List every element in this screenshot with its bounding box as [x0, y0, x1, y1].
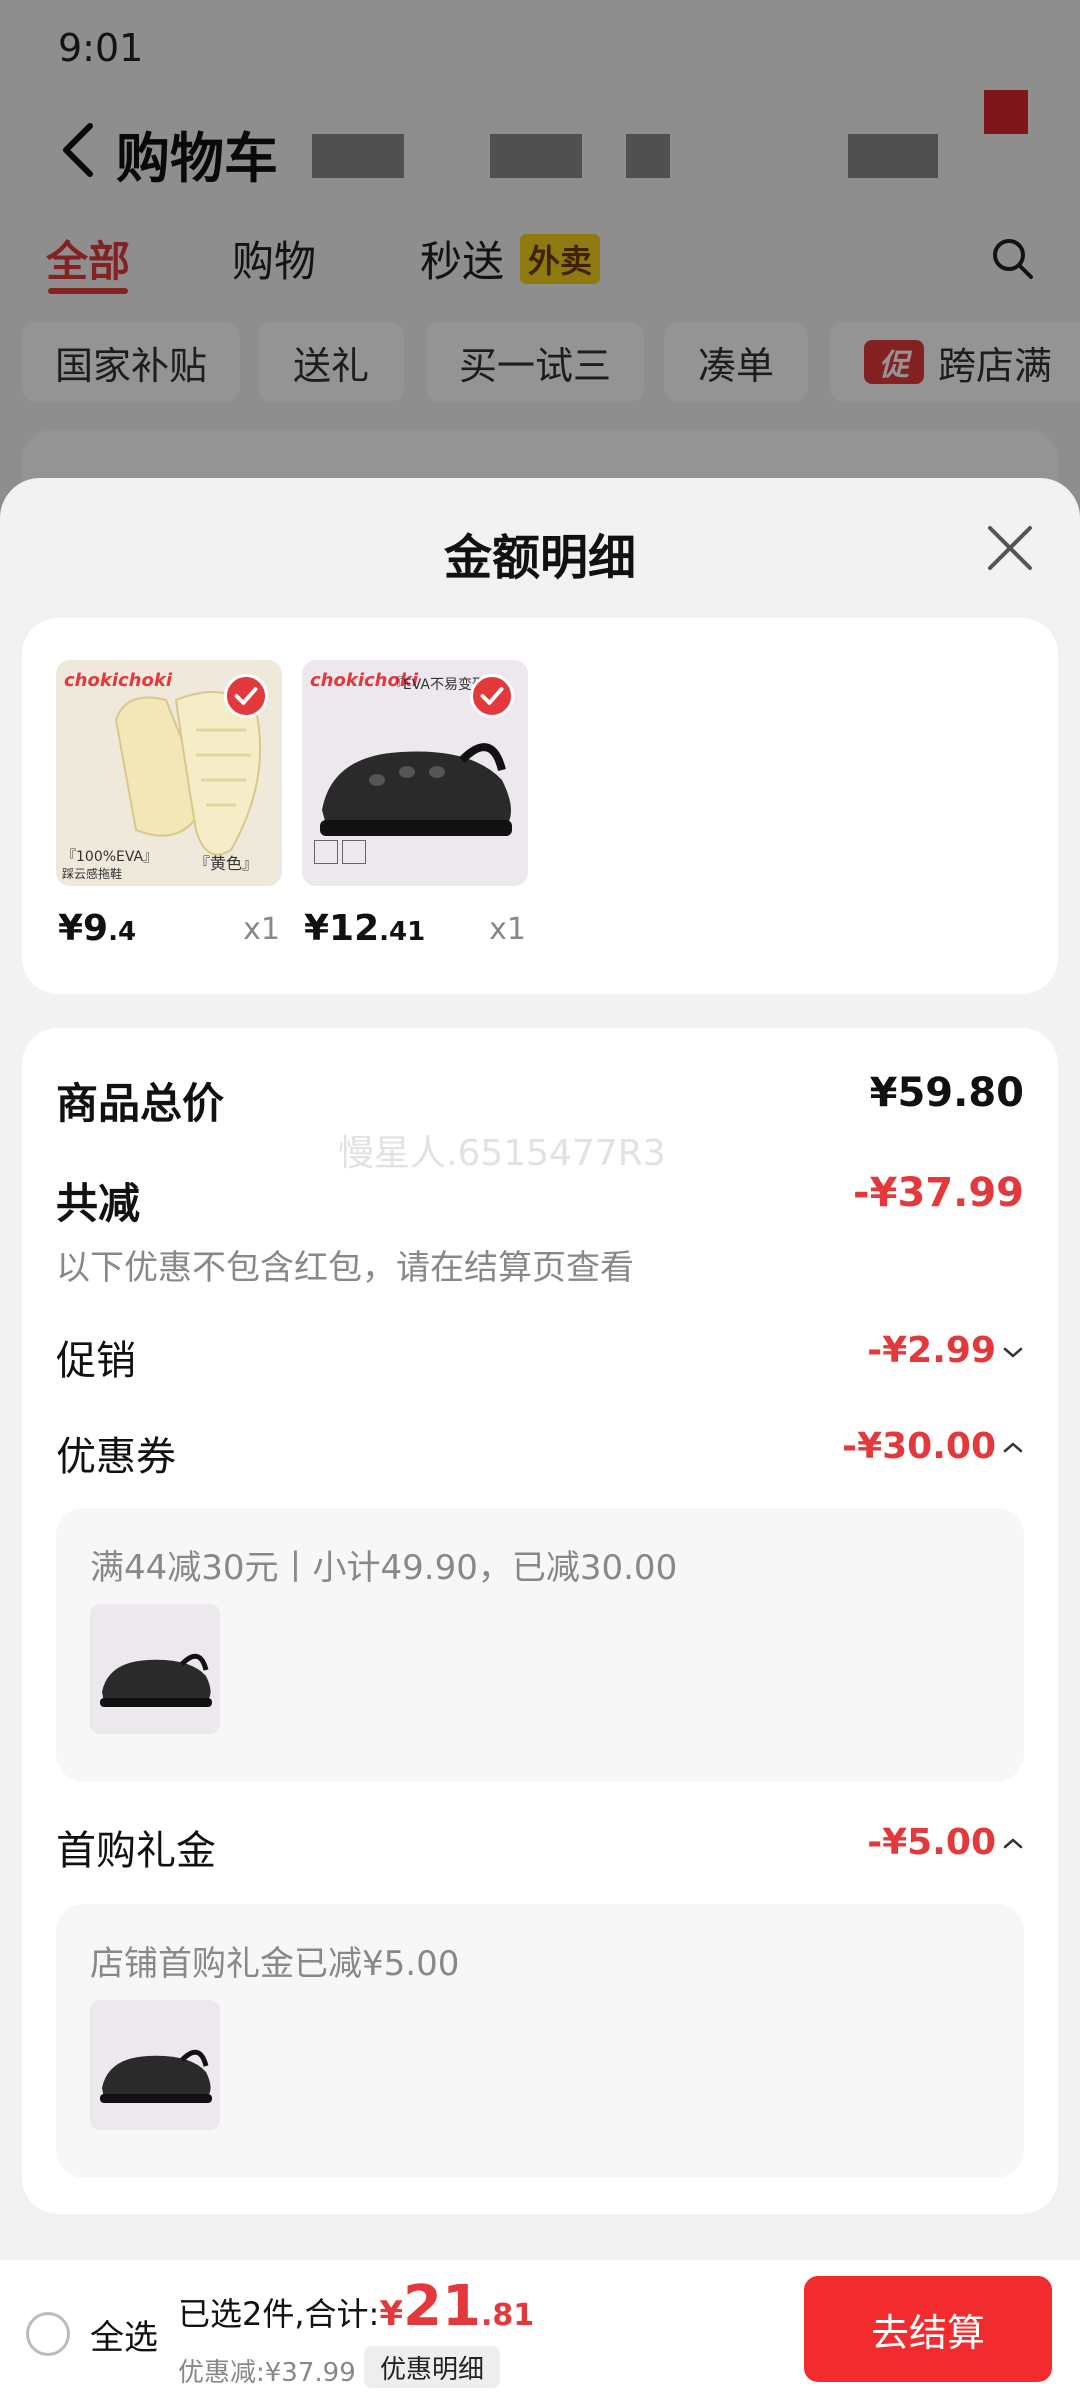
total-price-value: ¥59.80 — [869, 1070, 1024, 1116]
chevron-up-icon[interactable] — [1002, 1832, 1024, 1854]
first-purchase-gift-label[interactable]: 首购礼金 — [56, 1818, 216, 1876]
black-clog-icon — [100, 2049, 212, 2103]
checkout-bar: 全选 已选2件,合计:¥21.81 优惠减:¥37.99 优惠明细 去结算 — [0, 2260, 1080, 2400]
total-reduction-label: 共减 — [56, 1179, 141, 1228]
discount-summary: 优惠减:¥37.99 — [178, 2358, 356, 2388]
product-thumbnail — [90, 1604, 220, 1734]
reduction-note: 以下优惠不包含红包，请在结算页查看 — [56, 1248, 634, 1288]
black-clog-icon — [100, 1653, 212, 1707]
selected-products-card: chokichoki 『100%EVA』 踩云感拖鞋 『黄色』 ¥9.4 x1 … — [22, 618, 1058, 994]
image-caption: 踩云感拖鞋 — [62, 867, 123, 881]
image-caption: 『100%EVA』 — [62, 849, 158, 865]
product-thumbnail — [90, 2000, 220, 2130]
selected-count-text: 已选2件,合计: — [178, 2295, 380, 2333]
first-purchase-gift-value[interactable]: -¥5.00 — [867, 1822, 996, 1863]
amount-detail-sheet: 金额明细 chokichoki 『100%EVA』 踩云感拖鞋 『黄色』 ¥9. — [0, 478, 1080, 2400]
total-integer: 21 — [403, 2274, 481, 2339]
product-image: chokichoki 『EVA不易变形』 — [302, 660, 528, 886]
discount-detail-button[interactable]: 优惠明细 — [364, 2346, 501, 2388]
select-all-checkbox[interactable] — [26, 2312, 70, 2356]
checkmark-icon[interactable] — [470, 674, 514, 718]
product-image: chokichoki 『100%EVA』 踩云感拖鞋 『黄色』 — [56, 660, 282, 886]
feature-badge-icon — [314, 840, 338, 864]
price-integer: ¥12 — [304, 908, 380, 949]
total-price-label: 商品总价 — [56, 1079, 225, 1128]
checkout-button[interactable]: 去结算 — [804, 2276, 1052, 2382]
sheet-title: 金额明细 — [443, 530, 636, 586]
price-breakdown-card: 商品总价 ¥59.80 慢星人.6515477R3 共减 -¥37.99 以下优… — [22, 1028, 1058, 2214]
coupon-value[interactable]: -¥30.00 — [842, 1426, 996, 1467]
chevron-up-icon[interactable] — [1002, 1436, 1024, 1458]
promotion-value[interactable]: -¥2.99 — [867, 1330, 996, 1371]
coupon-detail-box: 满44减30元丨小计49.90，已减30.00 — [56, 1508, 1024, 1782]
product-item[interactable]: chokichoki 『100%EVA』 踩云感拖鞋 『黄色』 ¥9.4 x1 — [56, 660, 282, 949]
product-quantity: x1 — [489, 912, 526, 947]
close-icon[interactable] — [986, 524, 1034, 572]
promotion-label[interactable]: 促销 — [56, 1328, 136, 1386]
gift-detail-box: 店铺首购礼金已减¥5.00 — [56, 1904, 1024, 2178]
feature-badge-icon — [342, 840, 366, 864]
total-reduction-value: -¥37.99 — [853, 1170, 1024, 1216]
chevron-down-icon[interactable] — [1002, 1342, 1024, 1364]
price-decimal: .4 — [108, 917, 137, 947]
watermark-text: 慢星人.6515477R3 — [338, 1133, 666, 1174]
total-decimal: .81 — [480, 2298, 535, 2333]
product-item[interactable]: chokichoki 『EVA不易变形』 ¥12.41 x1 — [302, 660, 528, 949]
gift-detail-text: 店铺首购礼金已减¥5.00 — [90, 1944, 460, 1984]
coupon-detail-text: 满44减30元丨小计49.90，已减30.00 — [90, 1548, 678, 1588]
image-caption: 『黄色』 — [193, 854, 258, 873]
price-decimal: .41 — [379, 917, 426, 947]
checkmark-icon[interactable] — [224, 674, 268, 718]
coupon-label[interactable]: 优惠券 — [56, 1424, 176, 1482]
selected-total: 已选2件,合计:¥21.81 — [178, 2274, 534, 2339]
select-all-label[interactable]: 全选 — [90, 2310, 158, 2359]
total-currency: ¥ — [379, 2294, 403, 2334]
price-integer: ¥9 — [58, 908, 109, 949]
product-price: ¥9.4 — [58, 908, 136, 949]
product-price: ¥12.41 — [304, 908, 425, 949]
product-quantity: x1 — [243, 912, 280, 947]
